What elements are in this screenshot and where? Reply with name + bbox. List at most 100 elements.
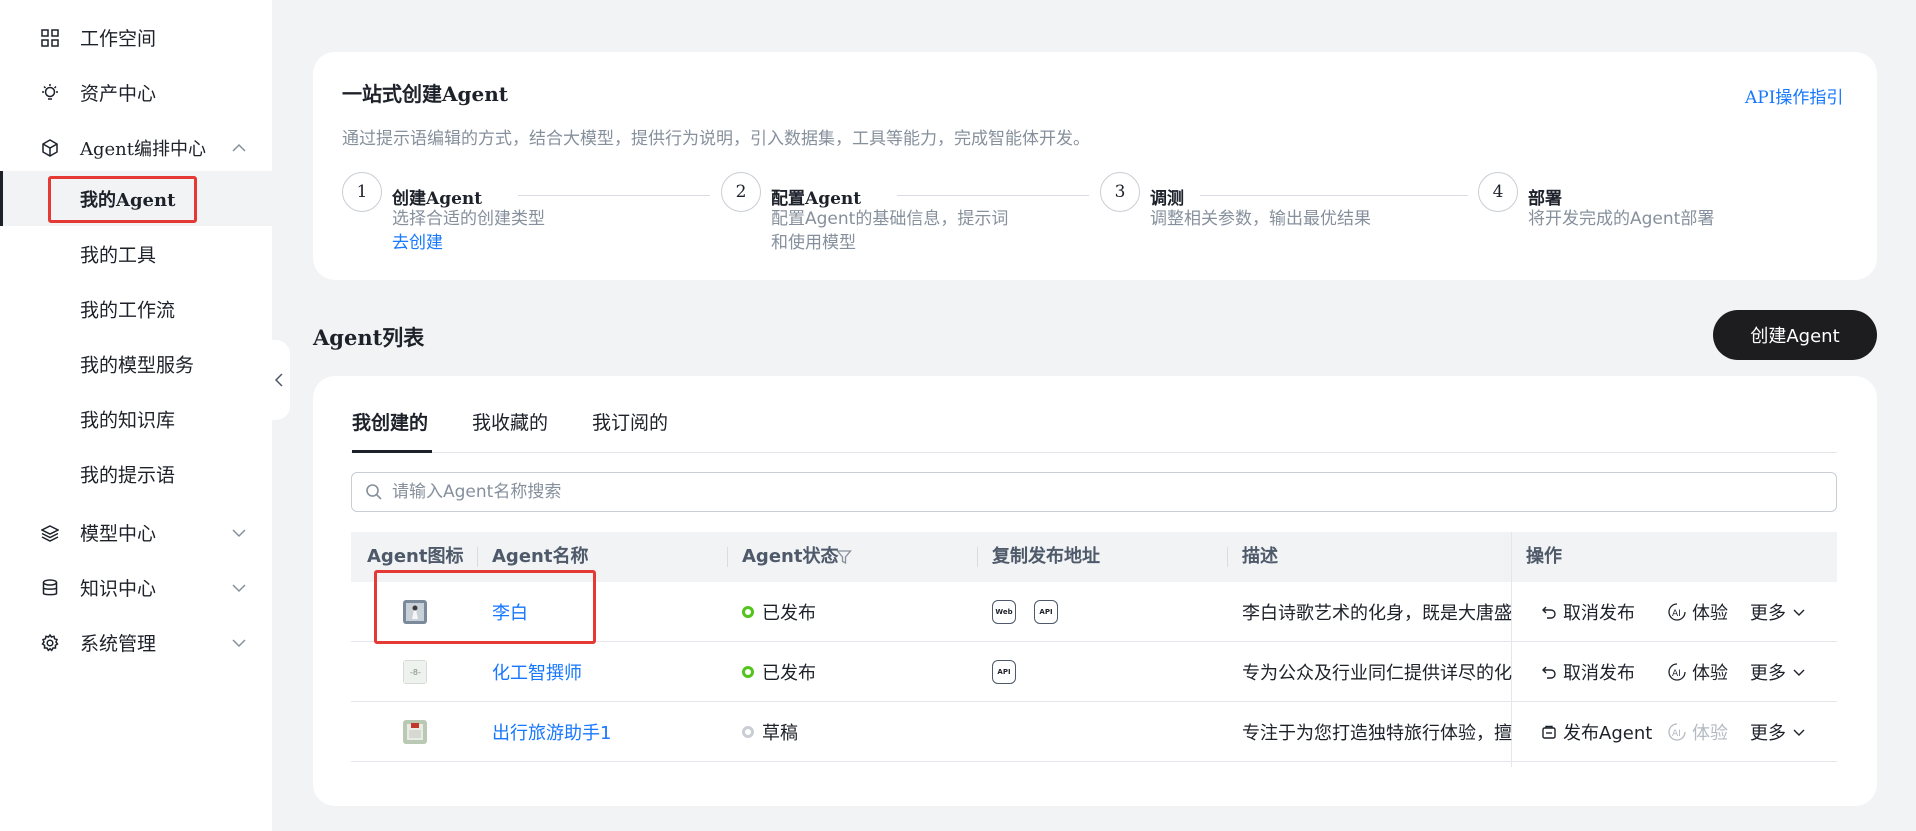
undo-icon: [1542, 666, 1556, 679]
unpublish-button[interactable]: 取消发布: [1541, 642, 1635, 702]
status-badge: 草稿: [742, 702, 798, 762]
step-1-desc: 选择合适的创建类型: [392, 209, 545, 229]
agent-avatar-image: [403, 720, 427, 744]
status-dot: [742, 726, 754, 738]
grid-icon: [39, 27, 61, 49]
search-box: [351, 472, 1837, 512]
nav-workspace-label: 工作空间: [80, 28, 157, 50]
step-3-title: 调测: [1150, 189, 1184, 209]
guide-subtitle: 通过提示语编辑的方式，结合大模型，提供行为说明，引入数据集，工具等能力，完成智能…: [342, 129, 1090, 149]
status-badge: 已发布: [742, 642, 816, 702]
publish-address-cell: Web API: [992, 582, 1076, 642]
nav-model-center-label: 模型中心: [80, 523, 157, 545]
guide-card: [313, 52, 1877, 280]
agent-name-link[interactable]: 李白: [492, 582, 528, 642]
table-row: 出行旅游助手1 草稿 专注于为您打造独特旅行体验，擅 发布Agent AI 体验…: [351, 702, 1837, 762]
status-label: 草稿: [762, 723, 798, 744]
ai-icon: AI: [1668, 663, 1686, 681]
nav-knowledge-center[interactable]: 知识中心: [0, 560, 272, 615]
col-publish-address: 复制发布地址: [992, 546, 1100, 567]
sidebar-collapse-button[interactable]: [268, 340, 290, 420]
publish-agent-label: 发布Agent: [1563, 723, 1653, 744]
svg-text:AI: AI: [1672, 669, 1681, 679]
try-button[interactable]: AI 体验: [1668, 702, 1728, 762]
more-dropdown[interactable]: 更多: [1750, 642, 1806, 702]
create-agent-button[interactable]: 创建Agent: [1713, 310, 1877, 360]
table-row: 李白 已发布 Web API 李白诗歌艺术的化身，既是大唐盛 取消发布 AI 体…: [351, 582, 1837, 642]
col-status: Agent状态: [742, 546, 839, 567]
tab-my-created[interactable]: 我创建的: [352, 408, 428, 435]
ai-icon: AI: [1668, 723, 1686, 741]
nav-agent-center[interactable]: Agent编排中心: [0, 120, 272, 175]
table-row: -8- 化工智撰师 已发布 API 专为公众及行业同仁提供详尽的化 取消发布 A…: [351, 642, 1837, 702]
try-button[interactable]: AI 体验: [1668, 642, 1728, 702]
search-input[interactable]: [392, 473, 1792, 511]
nav-system[interactable]: 系统管理: [0, 615, 272, 670]
step-4-title: 部署: [1528, 189, 1562, 209]
nav-assets-label: 资产中心: [80, 83, 157, 105]
tab-my-favorites[interactable]: 我收藏的: [472, 408, 548, 435]
nav-workspace[interactable]: 工作空间: [0, 10, 272, 65]
chevron-up-icon: [232, 143, 246, 152]
step-2-title: 配置Agent: [771, 189, 862, 209]
unpublish-label: 取消发布: [1563, 603, 1635, 624]
more-dropdown[interactable]: 更多: [1750, 582, 1806, 642]
agent-list-title: Agent列表: [313, 325, 425, 350]
agent-name-link[interactable]: 出行旅游助手1: [492, 702, 611, 762]
agent-description: 李白诗歌艺术的化身，既是大唐盛: [1242, 603, 1512, 624]
publish-address-cell: API: [992, 642, 1034, 702]
status-label: 已发布: [762, 663, 816, 684]
sidebar-item-my-agent[interactable]: 我的Agent: [0, 171, 272, 226]
api-copy-icon[interactable]: API: [992, 660, 1016, 684]
step-connector: [518, 195, 710, 196]
unpublish-label: 取消发布: [1563, 663, 1635, 684]
agent-avatar-image: -8-: [403, 660, 427, 684]
step-1-title: 创建Agent: [392, 189, 483, 209]
nav-system-label: 系统管理: [80, 633, 157, 655]
chevron-down-icon: [232, 528, 246, 537]
step-2-desc-line2: 和使用模型: [771, 233, 856, 253]
col-actions: 操作: [1526, 546, 1562, 567]
nav-agent-center-label: Agent编排中心: [80, 138, 206, 160]
nav-assets[interactable]: 资产中心: [0, 65, 272, 120]
step-connector: [897, 195, 1089, 196]
try-label: 体验: [1692, 723, 1728, 744]
sidebar-item-my-model-service[interactable]: 我的模型服务: [0, 336, 272, 391]
tab-my-subscriptions[interactable]: 我订阅的: [592, 408, 668, 435]
cube-icon: [39, 137, 61, 159]
chevron-down-icon: [1793, 669, 1805, 676]
step-4-number: 4: [1478, 172, 1518, 212]
agent-description: 专注于为您打造独特旅行体验，擅: [1242, 723, 1512, 744]
sidebar-item-my-workflow[interactable]: 我的工作流: [0, 281, 272, 336]
sidebar-item-label: 我的工作流: [80, 299, 176, 321]
api-copy-icon[interactable]: API: [1034, 600, 1058, 624]
layers-icon: [39, 522, 61, 544]
col-description: 描述: [1242, 546, 1278, 567]
nav-knowledge-center-label: 知识中心: [80, 578, 157, 600]
sidebar-item-label: 我的工具: [80, 244, 157, 266]
database-icon: [39, 577, 61, 599]
unpublish-button[interactable]: 取消发布: [1541, 582, 1635, 642]
filter-icon[interactable]: [836, 549, 852, 565]
status-label: 已发布: [762, 603, 816, 624]
svg-text:-8-: -8-: [410, 668, 421, 677]
sidebar-item-label: 我的提示语: [80, 464, 176, 486]
web-copy-icon[interactable]: Web: [992, 600, 1016, 624]
step-3-desc: 调整相关参数，输出最优结果: [1150, 209, 1371, 229]
sidebar-item-my-tools[interactable]: 我的工具: [0, 226, 272, 281]
sidebar-item-label: 我的Agent: [80, 189, 176, 211]
more-label: 更多: [1750, 723, 1786, 744]
status-dot: [742, 666, 754, 678]
search-icon: [366, 484, 382, 500]
col-icon: Agent图标: [367, 546, 464, 567]
sidebar-item-my-prompts[interactable]: 我的提示语: [0, 446, 272, 501]
go-create-link[interactable]: 去创建: [392, 231, 443, 255]
api-guide-link[interactable]: API操作指引: [1745, 83, 1843, 108]
sidebar-item-my-knowledge[interactable]: 我的知识库: [0, 391, 272, 446]
nav-model-center[interactable]: 模型中心: [0, 505, 272, 560]
undo-icon: [1542, 606, 1556, 619]
publish-agent-button[interactable]: 发布Agent: [1541, 702, 1652, 762]
agent-name-link[interactable]: 化工智撰师: [492, 642, 582, 702]
try-button[interactable]: AI 体验: [1668, 582, 1728, 642]
more-dropdown[interactable]: 更多: [1750, 702, 1806, 762]
